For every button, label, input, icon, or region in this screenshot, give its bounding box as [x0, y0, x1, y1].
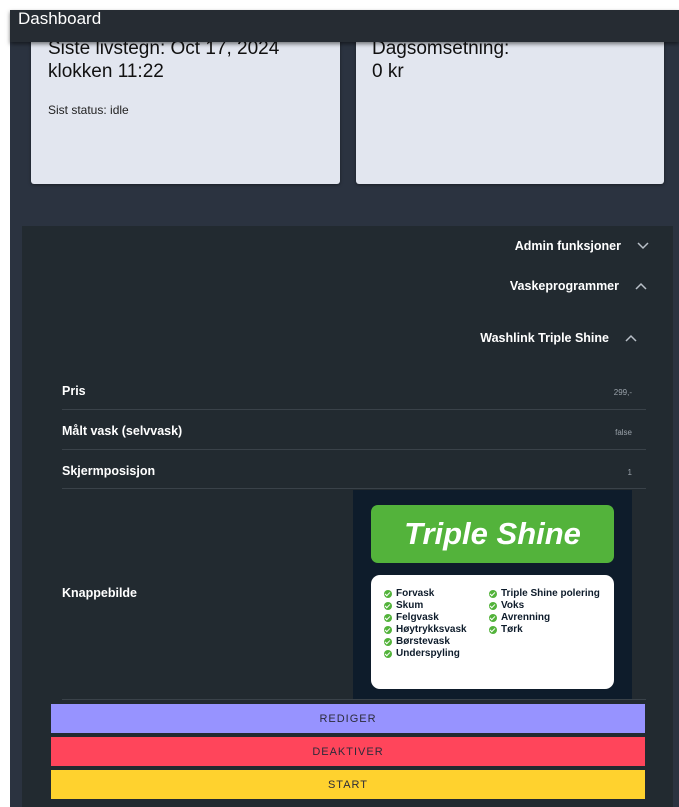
detail-value: 1 [627, 468, 632, 477]
detail-row-screen-position: Skjermposisjon 1 [62, 450, 646, 489]
feature-item: Underspyling [384, 648, 460, 659]
accordion-programs-label: Vaskeprogrammer [509, 279, 619, 293]
daily-revenue-value: 0 kr [372, 61, 404, 82]
detail-label: Pris [62, 384, 86, 398]
detail-label: Knappebilde [62, 586, 138, 600]
page-title: Dashboard [18, 9, 102, 28]
daily-revenue-card: Dagsomsetning: 0 kr [356, 20, 664, 184]
app-header: Dashboard [10, 10, 679, 42]
check-icon [489, 625, 497, 634]
detail-value: false [615, 428, 632, 437]
edit-button[interactable]: REDIGER [51, 704, 645, 733]
feature-item: Forvask [384, 588, 434, 599]
last-status-text: Sist status: idle [48, 103, 129, 117]
chevron-up-icon [631, 282, 651, 290]
feature-item: Høytrykksvask [384, 624, 467, 635]
accordion-admin-label: Admin funksjoner [514, 239, 621, 253]
check-icon [384, 637, 392, 646]
accordion-program-triple-shine[interactable]: Washlink Triple Shine [480, 320, 641, 356]
program-button-image: Triple Shine Forvask Skum Felgvask Høytr… [353, 490, 632, 699]
check-icon [384, 613, 392, 622]
feature-item: Børstevask [384, 636, 450, 647]
check-icon [489, 613, 497, 622]
check-icon [384, 601, 392, 610]
feature-item: Triple Shine polering [489, 588, 600, 599]
accordion-admin-functions[interactable]: Admin funksjoner [515, 228, 653, 264]
check-icon [384, 589, 392, 598]
heartbeat-card: Siste livstegn: Oct 17, 2024 klokken 11:… [31, 20, 340, 184]
detail-row-metered-wash: Målt vask (selvvask) false [62, 410, 646, 450]
feature-item: Felgvask [384, 612, 439, 623]
check-icon [384, 625, 392, 634]
deactivate-button[interactable]: DEAKTIVER [51, 737, 645, 766]
program-feature-list: Forvask Skum Felgvask Høytrykksvask Børs… [371, 575, 614, 689]
feature-item: Voks [489, 600, 524, 611]
feature-item: Avrenning [489, 612, 550, 623]
detail-label: Målt vask (selvvask) [62, 424, 183, 438]
chevron-down-icon [633, 242, 653, 250]
program-image-title: Triple Shine [371, 505, 614, 563]
feature-item: Tørk [489, 624, 523, 635]
chevron-up-icon [621, 334, 641, 342]
feature-item: Skum [384, 600, 423, 611]
accordion-program-label: Washlink Triple Shine [480, 331, 609, 345]
detail-row-price: Pris 299,- [62, 370, 646, 410]
start-button[interactable]: START [51, 770, 645, 799]
accordion-wash-programs[interactable]: Vaskeprogrammer [510, 268, 651, 304]
check-icon [384, 649, 392, 658]
check-icon [489, 601, 497, 610]
detail-value: 299,- [613, 388, 632, 397]
heartbeat-time: klokken 11:22 [48, 61, 164, 82]
check-icon [489, 589, 497, 598]
detail-label: Skjermposisjon [62, 464, 156, 478]
